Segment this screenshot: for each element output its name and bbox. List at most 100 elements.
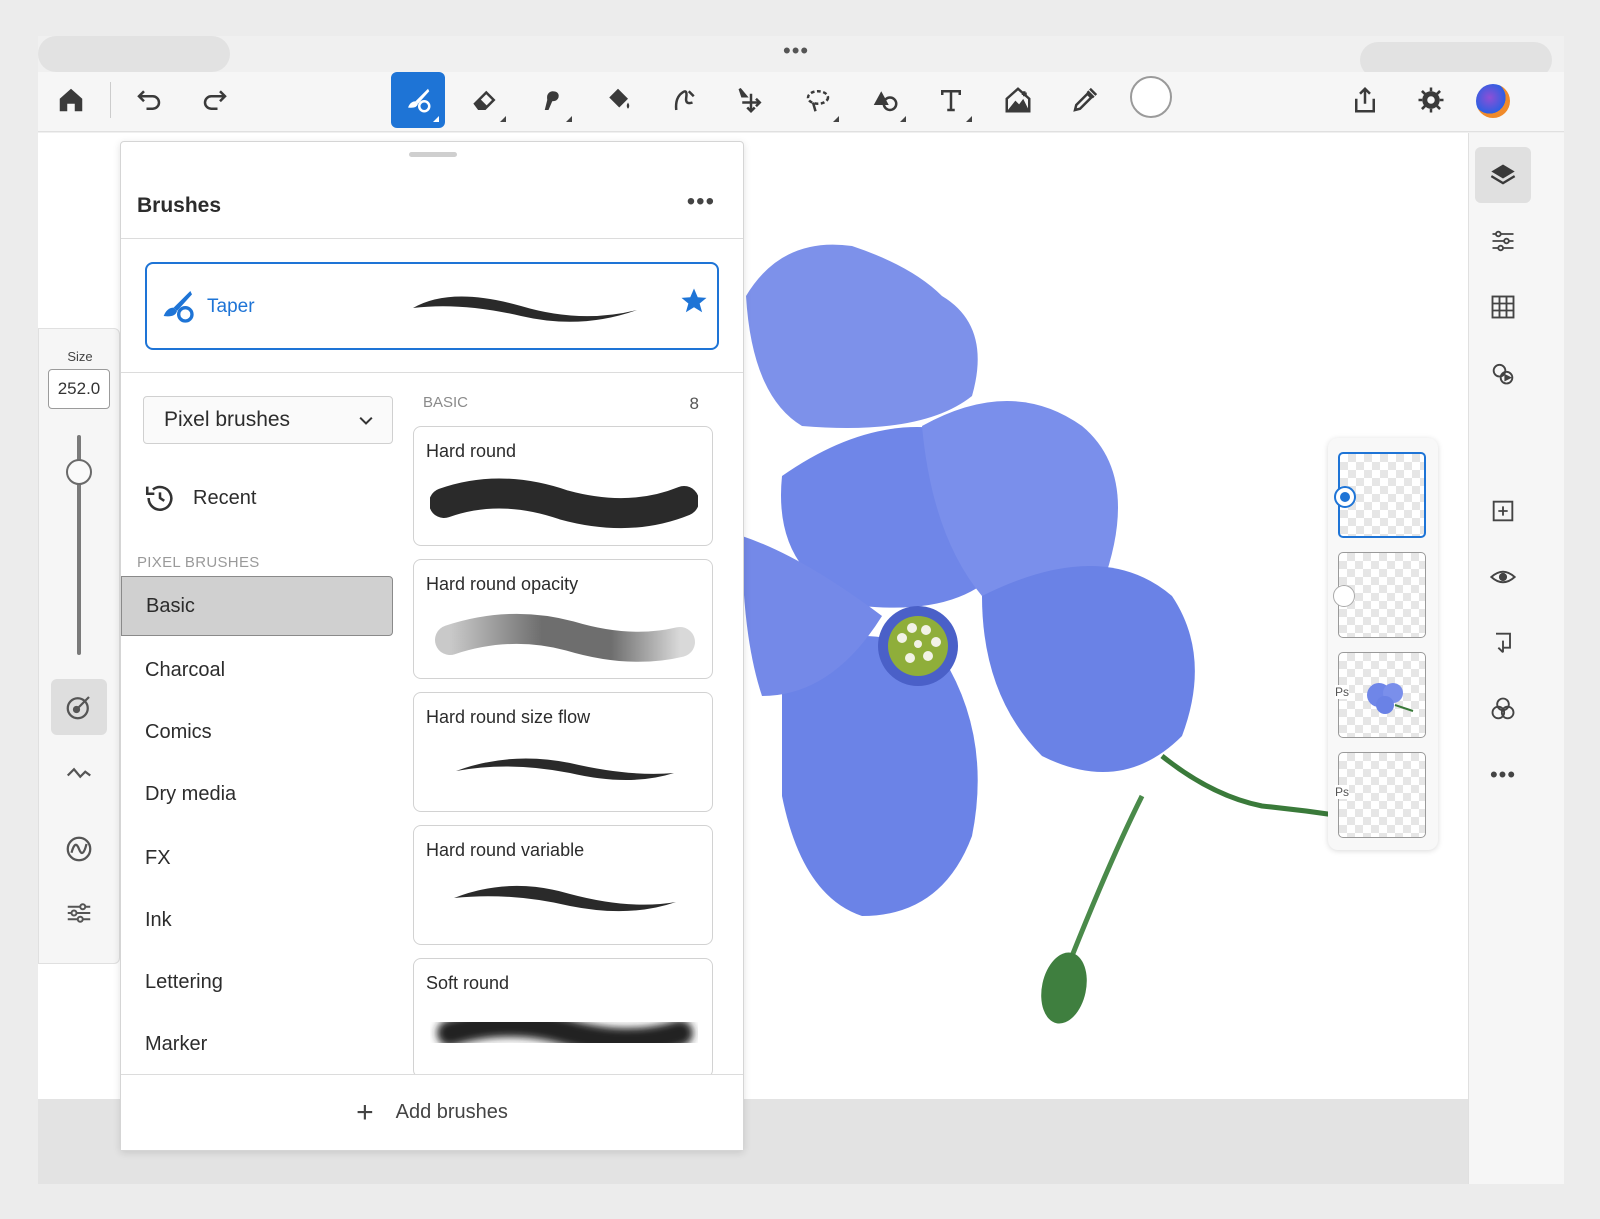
category-label: Charcoal bbox=[145, 658, 226, 681]
brush-list-header: BASIC 8 bbox=[423, 394, 709, 413]
grid-icon[interactable] bbox=[1475, 279, 1531, 335]
brush-settings-icon[interactable] bbox=[51, 679, 107, 735]
layer-thumbnail[interactable] bbox=[1333, 552, 1426, 638]
add-brushes-label: Add brushes bbox=[395, 1101, 508, 1123]
brush-card[interactable]: Hard round bbox=[413, 426, 713, 546]
shapes-icon[interactable] bbox=[858, 72, 912, 128]
category-label: Basic bbox=[146, 594, 195, 617]
recent-label: Recent bbox=[193, 486, 257, 509]
smudge-icon[interactable] bbox=[524, 72, 578, 128]
top-toolbar bbox=[38, 72, 1564, 132]
eyedropper-icon[interactable] bbox=[1058, 72, 1112, 128]
visibility-icon[interactable] bbox=[1475, 549, 1531, 605]
section-label: PIXEL BRUSHES bbox=[137, 554, 260, 571]
current-brush-name: Taper bbox=[207, 296, 255, 317]
category-label: Comics bbox=[145, 720, 212, 743]
stroke-smoothing-icon[interactable] bbox=[51, 745, 107, 801]
size-input[interactable]: 252.0 bbox=[48, 369, 110, 409]
recent-brushes-item[interactable]: Recent bbox=[143, 478, 256, 518]
selection-icon[interactable] bbox=[791, 72, 845, 128]
category-item-charcoal[interactable]: Charcoal bbox=[121, 640, 393, 700]
brush-adjustments-icon[interactable] bbox=[51, 885, 107, 941]
brush-card[interactable]: Soft round bbox=[413, 958, 713, 1078]
brush-count: 8 bbox=[689, 394, 699, 413]
layer-thumbnail[interactable]: Ps bbox=[1335, 752, 1426, 838]
category-item-basic[interactable]: Basic bbox=[121, 576, 393, 636]
flower-image bbox=[742, 244, 1343, 1024]
category-label: Ink bbox=[145, 908, 172, 931]
app-window: ••• ••• Ps Ps Size 252.0 Brushes ••• Tap… bbox=[38, 36, 1564, 1184]
brush-stroke-preview bbox=[437, 1011, 693, 1054]
brush-card[interactable]: Hard round opacity bbox=[413, 559, 713, 679]
multitask-handle[interactable]: ••• bbox=[783, 38, 809, 64]
layer-thumbnail[interactable]: Ps bbox=[1335, 652, 1426, 738]
favorite-star-icon[interactable] bbox=[679, 286, 709, 316]
layer-selected-indicator bbox=[1334, 486, 1356, 508]
brush-name: Hard round bbox=[426, 441, 517, 461]
brush-stroke-preview bbox=[456, 758, 674, 780]
layer-type-label: Ps bbox=[1335, 785, 1350, 799]
place-image-icon[interactable] bbox=[991, 72, 1045, 128]
user-avatar[interactable] bbox=[1476, 84, 1510, 118]
divider bbox=[121, 238, 743, 239]
color-swatch[interactable] bbox=[1130, 76, 1172, 118]
brush-card[interactable]: Hard round variable bbox=[413, 825, 713, 945]
brushes-popup: Brushes ••• Taper Pixel brushes Recent P… bbox=[120, 141, 744, 1151]
gear-icon[interactable] bbox=[1404, 72, 1458, 128]
brush-size-panel: Size 252.0 bbox=[38, 328, 120, 964]
layers-stack: Ps Ps bbox=[1328, 438, 1438, 850]
category-label: FX bbox=[145, 846, 171, 869]
layer-drag-handle[interactable] bbox=[1333, 585, 1355, 607]
category-item-comics[interactable]: Comics bbox=[121, 702, 393, 762]
tool-options-indicator bbox=[500, 116, 506, 122]
more-options-icon[interactable]: ••• bbox=[1475, 747, 1531, 803]
move-icon[interactable] bbox=[724, 72, 778, 128]
status-bar: ••• bbox=[38, 36, 1564, 78]
current-brush-card[interactable]: Taper bbox=[145, 262, 719, 350]
add-brushes-button[interactable]: + Add brushes bbox=[121, 1074, 743, 1150]
tool-options-indicator bbox=[833, 116, 839, 122]
brush-set-dropdown[interactable]: Pixel brushes bbox=[143, 396, 393, 444]
category-item-ink[interactable]: Ink bbox=[121, 890, 393, 950]
current-brush-stroke-preview bbox=[413, 296, 637, 322]
undo-icon[interactable] bbox=[122, 72, 176, 128]
category-label: Marker bbox=[145, 1032, 208, 1055]
size-label: Size bbox=[67, 349, 93, 364]
category-item-fx[interactable]: FX bbox=[121, 828, 393, 888]
toolbar-divider bbox=[110, 82, 111, 118]
category-item-dry-media[interactable]: Dry media bbox=[121, 764, 393, 824]
share-icon[interactable] bbox=[1338, 72, 1392, 128]
add-layer-icon[interactable] bbox=[1475, 483, 1531, 539]
category-item-marker[interactable]: Marker bbox=[121, 1014, 393, 1074]
brush-stroke-preview bbox=[454, 885, 676, 912]
home-icon[interactable] bbox=[44, 72, 98, 128]
merge-down-icon[interactable] bbox=[1475, 615, 1531, 671]
text-icon[interactable] bbox=[924, 72, 978, 128]
pressure-sensitivity-icon[interactable] bbox=[51, 821, 107, 877]
more-options-icon[interactable]: ••• bbox=[687, 188, 715, 216]
live-stream-icon[interactable] bbox=[1475, 345, 1531, 401]
popup-grab-handle[interactable] bbox=[409, 152, 457, 157]
brush-icon[interactable] bbox=[391, 72, 445, 128]
category-label: Lettering bbox=[145, 970, 223, 993]
brush-icon bbox=[163, 291, 194, 323]
layer-thumbnail[interactable] bbox=[1334, 452, 1426, 538]
right-taskbar: ••• bbox=[1468, 133, 1564, 1184]
brush-name: Hard round variable bbox=[426, 840, 585, 860]
brush-card[interactable]: Hard round size flow bbox=[413, 692, 713, 812]
tool-options-indicator bbox=[966, 116, 972, 122]
adjustments-icon[interactable] bbox=[1475, 213, 1531, 269]
fill-icon[interactable] bbox=[591, 72, 645, 128]
liquify-icon[interactable] bbox=[658, 72, 712, 128]
category-item-lettering[interactable]: Lettering bbox=[121, 952, 393, 1012]
tool-options-indicator bbox=[566, 116, 572, 122]
layers-icon[interactable] bbox=[1475, 147, 1531, 203]
tool-options-indicator bbox=[433, 116, 439, 122]
eraser-icon[interactable] bbox=[458, 72, 512, 128]
blend-mode-icon[interactable] bbox=[1475, 681, 1531, 737]
redo-icon[interactable] bbox=[188, 72, 242, 128]
brush-stroke-preview bbox=[435, 613, 695, 662]
tool-options-indicator bbox=[900, 116, 906, 122]
size-slider-handle[interactable] bbox=[66, 459, 92, 486]
brush-name: Hard round opacity bbox=[426, 574, 579, 594]
